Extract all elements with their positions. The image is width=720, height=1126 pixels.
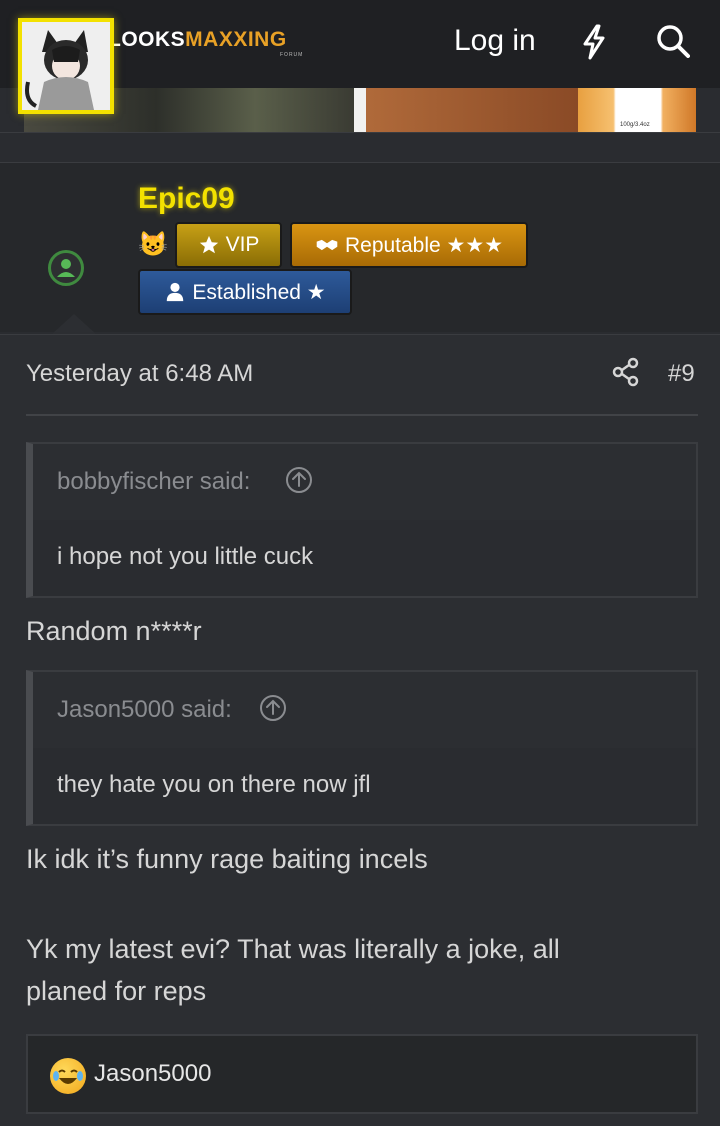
logo-text-main: LOOKS [108, 28, 186, 51]
post-divider [26, 414, 698, 416]
user-online-icon [57, 259, 75, 277]
online-status-indicator [48, 250, 84, 286]
logo-text-accent: MAXXING [185, 28, 287, 51]
handshake-icon [316, 239, 338, 251]
badge-vip: VIP [175, 222, 282, 268]
quote-text: they hate you on there now jfl [57, 771, 371, 798]
badge-label: Reputable ★★★ [344, 233, 504, 257]
badge-label: Established ★ [192, 280, 326, 304]
badge-label: VIP [225, 233, 260, 256]
post-number-link[interactable]: #9 [668, 360, 695, 388]
share-icon[interactable] [612, 357, 640, 387]
badge-reputable: Reputable ★★★ [290, 222, 528, 268]
quote-block: bobbyfischer said: i hope not you little… [26, 442, 698, 598]
quote-text: i hope not you little cuck [57, 543, 314, 570]
banner-product-tag: 100g/3.4oz [620, 122, 650, 128]
laughing-crying-emoji-icon [50, 1058, 86, 1094]
post-paragraph: Ik idk it’s funny rage baiting incels [26, 844, 428, 874]
cat-emoji-icon: 😺 [138, 231, 168, 258]
post-paragraph: Random n****r [26, 616, 202, 646]
post-date[interactable]: Yesterday at 6:48 AM [26, 360, 253, 388]
jump-to-quote-icon[interactable] [259, 694, 287, 722]
quote-block: Jason5000 said: they hate you on there n… [26, 670, 698, 826]
reactions-bar[interactable]: Jason5000 [26, 1034, 698, 1114]
logo-subtext: FORUM [280, 52, 304, 58]
star-icon [199, 235, 218, 254]
login-link[interactable]: Log in [454, 24, 536, 58]
bolt-icon[interactable] [580, 24, 608, 60]
reaction-user-list[interactable]: Jason5000 [94, 1060, 211, 1088]
banner-ad[interactable]: 100g/3.4oz [24, 88, 696, 132]
user-icon [167, 282, 184, 302]
site-logo[interactable]: LOOKSMAXXING [108, 28, 287, 52]
username[interactable]: Epic09 [138, 182, 235, 216]
banner-image-right [366, 88, 578, 132]
jump-to-quote-icon[interactable] [285, 466, 313, 494]
quote-author[interactable]: Jason5000 said: [57, 696, 232, 724]
quote-author[interactable]: bobbyfischer said: [57, 468, 250, 496]
post-paragraph: Yk my latest evi? That was literally a j… [26, 934, 560, 1006]
badge-established: Established ★ [138, 269, 352, 315]
avatar[interactable] [18, 18, 114, 114]
avatar-image [22, 22, 110, 110]
search-icon[interactable] [656, 24, 690, 58]
